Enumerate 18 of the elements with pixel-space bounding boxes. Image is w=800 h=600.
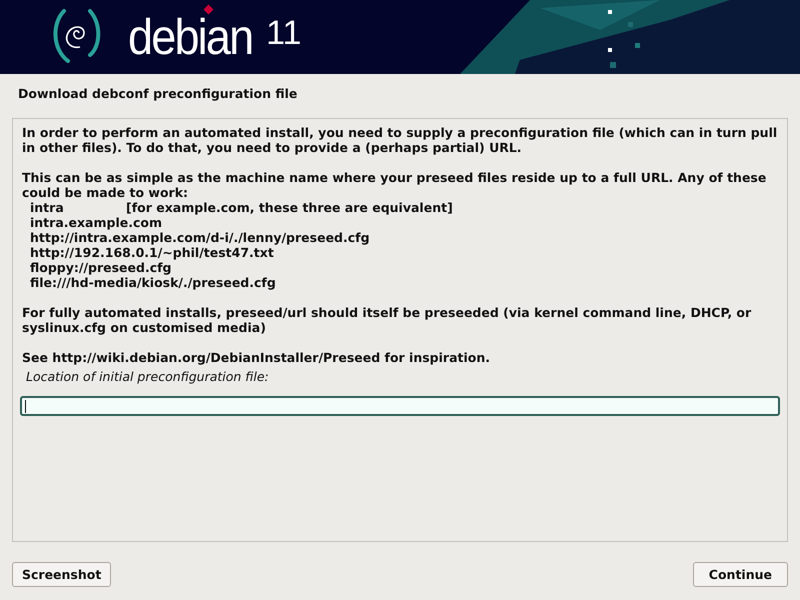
example-text: http://192.168.0.1/~phil/test47.txt — [30, 245, 274, 260]
screenshot-button[interactable]: Screenshot — [12, 562, 112, 587]
url-input-field[interactable] — [20, 396, 780, 416]
example-text: intra.example.com — [30, 215, 162, 230]
page-title: Download debconf preconfiguration file — [17, 85, 298, 103]
description-text: This can be as simple as the machine name where your preseed files reside up to a full URL. Any of these could be made to work: — [22, 170, 768, 200]
example-text: intra — [30, 200, 65, 215]
description-text: See http://wiki.debian.org/DebianInstaller/Preseed for inspiration. — [22, 350, 492, 365]
field-label: Location of initial preconfiguration file: — [26, 369, 270, 384]
example-text: floppy://preseed.cfg — [30, 260, 172, 275]
version-number: 11 — [266, 14, 302, 52]
description-text: In order to perform an automated install, you need to supply a preconfiguration file (which can in turn pull in other files). To do that, you need to provide a (perhaps partial) URL. — [22, 125, 778, 155]
continue-button[interactable]: Continue — [692, 562, 788, 587]
example-note: [for example.com, these three are equivalent] — [126, 200, 453, 215]
example-text: http://intra.example.com/d-i/./lenny/preseed.cfg — [30, 230, 370, 245]
example-text: file:///hd-media/kiosk/./preseed.cfg — [30, 275, 276, 290]
description-text: For fully automated installs, preseed/url should itself be preseeded (via kernel command line, DHCP, or syslinux.cfg on customised media) — [22, 305, 752, 335]
brand-name: debian — [128, 12, 252, 62]
